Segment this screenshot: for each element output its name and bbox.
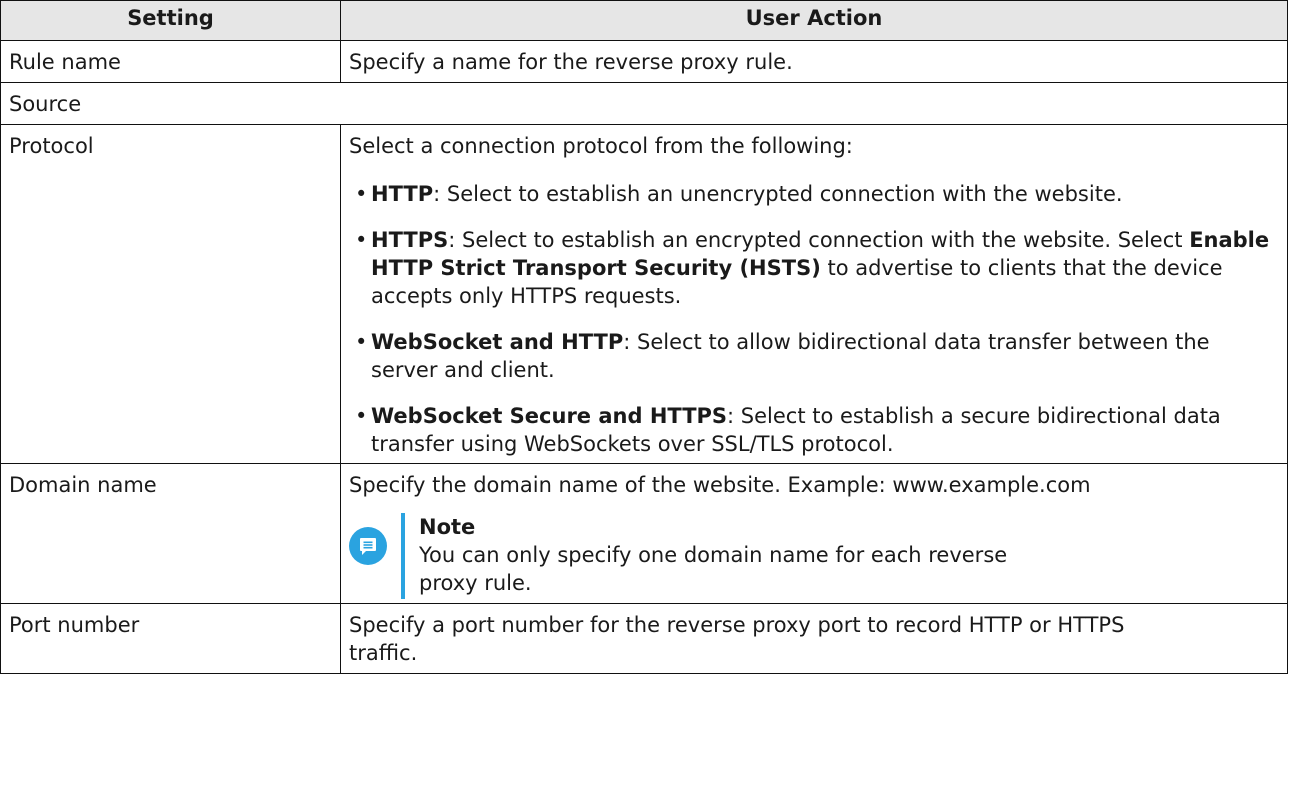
table-row: Protocol Select a connection protocol fr… (0, 124, 1288, 464)
note-body: Note You can only specify one domain nam… (401, 513, 1007, 599)
list-item: WebSocket and HTTP: Select to allow bidi… (349, 328, 1279, 384)
desc-http: : Select to establish an unencrypted con… (433, 182, 1123, 206)
protocol-intro: Select a connection protocol from the fo… (349, 134, 853, 158)
list-item: HTTPS: Select to establish an encrypted … (349, 226, 1279, 310)
action-domain-name: Specify the domain name of the website. … (340, 463, 1288, 604)
port-line-2: traffic. (349, 641, 418, 665)
header-user-action: User Action (340, 0, 1288, 41)
setting-protocol: Protocol (0, 124, 341, 464)
section-source: Source (0, 82, 1288, 125)
protocol-list: HTTP: Select to establish an unencrypted… (349, 180, 1279, 458)
note-icon (349, 527, 387, 565)
term-https: HTTPS (371, 228, 449, 252)
settings-table: Setting User Action Rule name Specify a … (0, 0, 1288, 674)
table-row: Port number Specify a port number for th… (0, 603, 1288, 674)
port-line-1: Specify a port number for the reverse pr… (349, 613, 1125, 637)
list-item: WebSocket Secure and HTTPS: Select to es… (349, 402, 1279, 458)
note-box: Note You can only specify one domain nam… (349, 513, 1279, 599)
desc-https: : Select to establish an encrypted conne… (448, 228, 1190, 252)
section-row: Source (0, 82, 1288, 125)
list-item: HTTP: Select to establish an unencrypted… (349, 180, 1279, 208)
setting-domain-name: Domain name (0, 463, 341, 604)
note-line-2: proxy rule. (419, 571, 532, 595)
setting-port-number: Port number (0, 603, 341, 674)
header-row: Setting User Action (0, 0, 1288, 41)
term-websocket-secure: WebSocket Secure and HTTPS (371, 404, 728, 428)
setting-rule-name: Rule name (0, 40, 341, 83)
note-title: Note (419, 515, 476, 539)
domain-description: Specify the domain name of the website. … (349, 473, 1091, 497)
action-rule-name: Specify a name for the reverse proxy rul… (340, 40, 1288, 83)
term-http: HTTP (371, 182, 434, 206)
note-line-1: You can only specify one domain name for… (419, 543, 1008, 567)
term-websocket-http: WebSocket and HTTP (371, 330, 624, 354)
header-setting: Setting (0, 0, 341, 41)
table-row: Domain name Specify the domain name of t… (0, 463, 1288, 604)
table-row: Rule name Specify a name for the reverse… (0, 40, 1288, 83)
action-port-number: Specify a port number for the reverse pr… (340, 603, 1288, 674)
action-protocol: Select a connection protocol from the fo… (340, 124, 1288, 464)
